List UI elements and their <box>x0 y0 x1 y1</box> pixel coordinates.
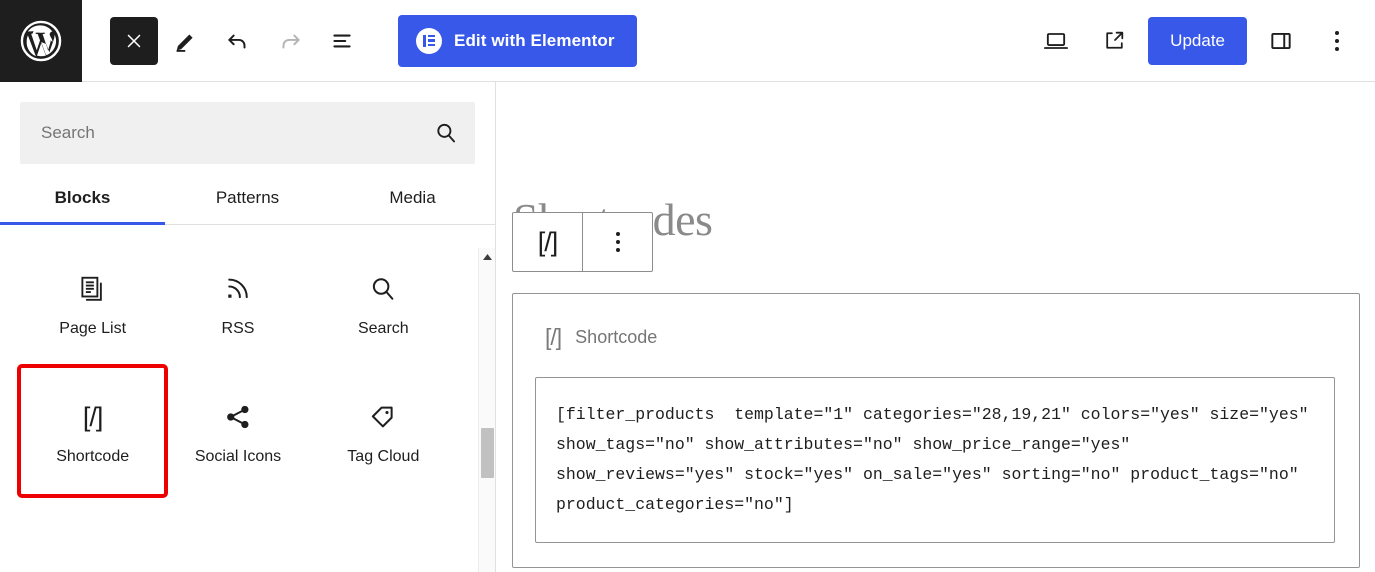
block-item-label: Tag Cloud <box>347 448 420 465</box>
undo-button[interactable] <box>214 17 262 65</box>
redo-button[interactable] <box>266 17 314 65</box>
list-view-icon <box>329 28 355 54</box>
elementor-logo-icon <box>416 27 442 54</box>
close-editor-button[interactable] <box>110 16 158 65</box>
list-view-button[interactable] <box>318 17 366 65</box>
edit-tool-button[interactable] <box>162 17 210 65</box>
preview-button[interactable] <box>1090 17 1138 65</box>
wordpress-logo-button[interactable] <box>0 0 82 82</box>
search-area <box>0 82 495 164</box>
block-type-button[interactable]: [/] <box>513 213 582 271</box>
scrollbar-up-button[interactable] <box>479 248 495 265</box>
pencil-icon <box>173 28 199 54</box>
block-toolbar: [/] <box>512 212 653 272</box>
tab-patterns[interactable]: Patterns <box>165 178 330 224</box>
header-tools-group: Edit with Elementor <box>82 14 637 67</box>
search-input[interactable] <box>21 103 474 163</box>
shortcode-glyph: [/] <box>82 401 103 432</box>
close-icon <box>123 30 145 52</box>
block-item-label: Shortcode <box>56 448 130 465</box>
block-item-label: Social Icons <box>194 448 282 465</box>
caret-up-icon <box>482 248 493 266</box>
shortcode-icon: [/] <box>545 324 562 350</box>
kebab-menu-icon <box>615 232 620 252</box>
shortcode-block[interactable]: [/] Shortcode [filter_products template=… <box>512 293 1360 568</box>
inserter-scrollbar[interactable] <box>478 248 495 572</box>
block-item-page-list[interactable]: Page List <box>20 239 165 367</box>
editor-header-bar: Edit with Elementor Update <box>0 0 1375 82</box>
editor-options-button[interactable] <box>1315 17 1359 65</box>
shortcode-textarea[interactable]: [filter_products template="1" categories… <box>535 377 1335 543</box>
edit-with-elementor-button[interactable]: Edit with Elementor <box>398 14 637 67</box>
rss-icon <box>223 268 253 310</box>
shortcode-icon: [/] <box>537 226 558 257</box>
tab-blocks[interactable]: Blocks <box>0 178 165 225</box>
external-link-icon <box>1102 28 1127 53</box>
laptop-icon <box>1042 27 1070 55</box>
blocks-grid: Page List RSS Search [/] Shortcode Socia… <box>0 225 476 498</box>
kebab-menu-icon-dot <box>1335 38 1339 43</box>
scrollbar-thumb[interactable] <box>481 428 494 478</box>
editor-canvas: Shortcodes [/] [/] Shortcode [filter_pro… <box>497 83 1375 572</box>
inserter-tabs: Blocks Patterns Media <box>0 178 495 225</box>
search-block-icon <box>368 268 398 310</box>
kebab-menu-icon-dot <box>1335 30 1339 35</box>
view-device-button[interactable] <box>1032 17 1080 65</box>
block-item-label: RSS <box>221 320 255 337</box>
block-item-rss[interactable]: RSS <box>165 239 310 367</box>
update-button[interactable]: Update <box>1148 16 1247 65</box>
block-item-label: Page List <box>59 320 127 337</box>
search-box[interactable] <box>20 102 475 164</box>
share-icon <box>223 396 253 438</box>
shortcode-icon: [/] <box>83 396 103 438</box>
block-item-label: Search <box>357 320 409 337</box>
header-right-group: Update <box>1032 16 1375 65</box>
undo-icon <box>225 28 251 54</box>
settings-sidebar-button[interactable] <box>1257 17 1305 65</box>
page-list-icon <box>78 268 108 310</box>
wordpress-block-editor: Edit with Elementor Update Search Blocks… <box>0 0 1375 572</box>
block-options-button[interactable] <box>583 213 652 271</box>
tab-media[interactable]: Media <box>330 178 495 224</box>
block-item-shortcode[interactable]: [/] Shortcode <box>16 364 169 498</box>
block-item-social-icons[interactable]: Social Icons <box>165 367 310 495</box>
redo-icon <box>277 28 303 54</box>
sidebar-panel-icon <box>1268 28 1294 54</box>
shortcode-block-title: Shortcode <box>575 327 658 347</box>
block-inserter-panel: Blocks Patterns Media Page List <box>0 82 496 572</box>
kebab-menu-icon-dot <box>1335 46 1339 51</box>
block-item-tag-cloud[interactable]: Tag Cloud <box>311 367 456 495</box>
tag-icon <box>368 396 398 438</box>
block-item-search[interactable]: Search <box>311 239 456 367</box>
shortcode-block-header: [/] Shortcode <box>513 294 1359 351</box>
wordpress-logo-icon <box>19 19 63 63</box>
edit-with-elementor-label: Edit with Elementor <box>454 30 615 50</box>
search-icon[interactable] <box>432 119 460 147</box>
